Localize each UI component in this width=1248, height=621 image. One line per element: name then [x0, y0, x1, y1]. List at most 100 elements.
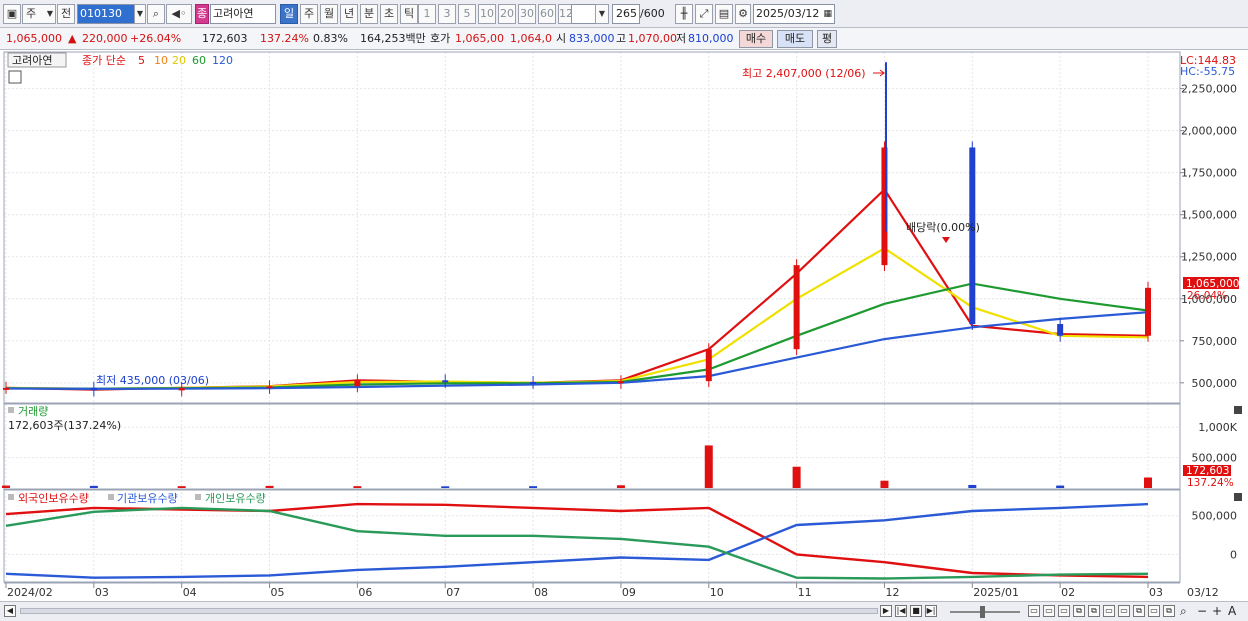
sell-button[interactable]: 매도: [777, 30, 813, 48]
candle-body: [266, 386, 273, 389]
search-icon[interactable]: ⌕: [147, 4, 165, 24]
volume-value-tag-text: 172,603: [1186, 465, 1229, 477]
font-size-icon[interactable]: A: [1228, 604, 1236, 618]
y-tick-label: 1,750,000: [1181, 167, 1237, 180]
save-icon[interactable]: ▤: [715, 4, 733, 24]
period-tab-4[interactable]: 분: [360, 4, 378, 24]
x-tick-label: 10: [710, 586, 724, 599]
window-menu-icon[interactable]: ▣: [3, 4, 21, 24]
candle-body: [3, 387, 9, 390]
layout-icon[interactable]: ⧉: [1133, 605, 1145, 617]
zoom-slider-handle[interactable]: [980, 606, 985, 618]
count-input[interactable]: 265: [612, 4, 640, 24]
bid-price: 1,064,0: [510, 32, 552, 45]
layout-icon[interactable]: ⧉: [1073, 605, 1085, 617]
layout-icon[interactable]: ▭: [1043, 605, 1055, 617]
layout-icon[interactable]: ▭: [1148, 605, 1160, 617]
drawing-tool-icon[interactable]: ⤢: [695, 4, 713, 24]
period-tab-5[interactable]: 초: [380, 4, 398, 24]
prev-button[interactable]: 전: [57, 4, 75, 24]
stock-chart[interactable]: 고려아연 종가 단순 5 10 20 60 120 LC:144.83 HC:-…: [0, 50, 1248, 602]
volume-tick-label: 1,000K: [1198, 421, 1237, 434]
foreign-legend: 외국인보유수량: [18, 492, 89, 505]
interval-tab-2[interactable]: 5: [458, 4, 476, 24]
layout-icon[interactable]: ▭: [1058, 605, 1070, 617]
table-icon[interactable]: [8, 70, 22, 84]
high-annotation: 최고 2,407,000 (12/06): [742, 67, 866, 80]
buy-button[interactable]: 매수: [739, 30, 773, 48]
y-tick-label: 2,000,000: [1181, 125, 1237, 138]
ma5-legend: 5: [138, 54, 145, 67]
x-tick-label: 09: [622, 586, 636, 599]
volume-panel-handle-icon[interactable]: [8, 407, 14, 413]
ask-price: 1,065,00: [455, 32, 504, 45]
holdings-panel-handle-icon[interactable]: [8, 494, 14, 500]
interval-tab-3[interactable]: 10: [478, 4, 496, 24]
interval-tab-5[interactable]: 30: [518, 4, 536, 24]
chevron-down-icon[interactable]: ▼: [134, 4, 146, 24]
zoom-icon[interactable]: ⌕: [1180, 604, 1187, 619]
first-page-icon[interactable]: |◀: [895, 605, 907, 617]
layout-icon[interactable]: ▭: [1103, 605, 1115, 617]
current-pct-tag: 26.04%: [1187, 290, 1227, 302]
stop-icon[interactable]: ■: [910, 605, 922, 617]
volume-bar: [704, 445, 713, 488]
x-tick-label: 2025/01: [973, 586, 1019, 599]
volume-close-icon[interactable]: [1234, 406, 1242, 414]
hoga-label: 호가: [430, 32, 451, 45]
layout-icon[interactable]: ▭: [1028, 605, 1040, 617]
period-tab-3[interactable]: 년: [340, 4, 358, 24]
layout-icon[interactable]: ⧉: [1088, 605, 1100, 617]
interval-tab-1[interactable]: 3: [438, 4, 456, 24]
volume-tick-label: 500,000: [1192, 452, 1238, 465]
interval-tab-0[interactable]: 1: [418, 4, 436, 24]
scroll-right-icon[interactable]: ▶: [880, 605, 892, 617]
zoom-out-icon[interactable]: −: [1197, 604, 1207, 618]
volume-bar: [1144, 477, 1152, 488]
eval-button[interactable]: 평: [817, 30, 837, 48]
layout-icon[interactable]: ▭: [1118, 605, 1130, 617]
scroll-left-icon[interactable]: ◀: [4, 605, 16, 617]
legend-marker-icon: [195, 494, 201, 500]
zoom-slider[interactable]: [950, 611, 1020, 613]
candle-body: [705, 349, 712, 382]
speaker-icon[interactable]: ◀◦: [166, 4, 192, 24]
low-price: 810,000: [688, 32, 734, 45]
count-total: /600: [640, 7, 665, 20]
volume-bar: [968, 484, 977, 488]
period-tab-1[interactable]: 주: [300, 4, 318, 24]
period-tab-2[interactable]: 월: [320, 4, 338, 24]
candle-body: [442, 380, 449, 383]
gear-icon[interactable]: ⚙: [735, 4, 751, 24]
scroll-track[interactable]: [20, 608, 878, 614]
date-input[interactable]: 2025/03/12 ▦: [753, 4, 835, 24]
volume-bar: [89, 485, 98, 488]
stock-name-field[interactable]: 고려아연: [210, 4, 276, 24]
chart-scroll-bar[interactable]: ◀ ▶ |◀ ■ ▶| ▭ ▭ ▭ ⧉ ⧉ ▭ ▭ ⧉ ▭ ⧉ ⌕ − + A: [0, 601, 1248, 621]
interval-tab-4[interactable]: 20: [498, 4, 516, 24]
volume-bar: [880, 480, 889, 488]
trade-value: 164,253백만: [360, 32, 426, 45]
market-select[interactable]: 주 ▼: [22, 4, 56, 24]
holdings-close-icon[interactable]: [1234, 493, 1242, 501]
legend-marker-icon: [108, 494, 114, 500]
x-tick-label: 03: [95, 586, 109, 599]
chevron-down-icon[interactable]: ▼: [595, 4, 609, 24]
zoom-in-icon[interactable]: +: [1212, 604, 1222, 618]
candle-type-icon[interactable]: ╫: [675, 4, 693, 24]
period-tab-6[interactable]: 틱: [400, 4, 418, 24]
price-change: 220,000: [82, 32, 128, 45]
layout-icon[interactable]: ⧉: [1163, 605, 1175, 617]
current-price: 1,065,000: [6, 32, 62, 45]
low-annotation: 최저 435,000 (03/06): [96, 374, 209, 387]
stock-code-input[interactable]: 010130: [77, 4, 135, 24]
hc-label: HC:-55.75: [1180, 65, 1235, 78]
interval-tab-6[interactable]: 60: [538, 4, 556, 24]
institution-legend: 기관보유수량: [117, 492, 178, 505]
y-tick-label: 2,250,000: [1181, 83, 1237, 96]
period-tab-0[interactable]: 일: [280, 4, 298, 24]
chevron-down-icon: ▼: [46, 9, 53, 18]
last-page-icon[interactable]: ▶|: [925, 605, 937, 617]
volume-value: 172,603: [202, 32, 248, 45]
x-tick-label: 03: [1149, 586, 1163, 599]
